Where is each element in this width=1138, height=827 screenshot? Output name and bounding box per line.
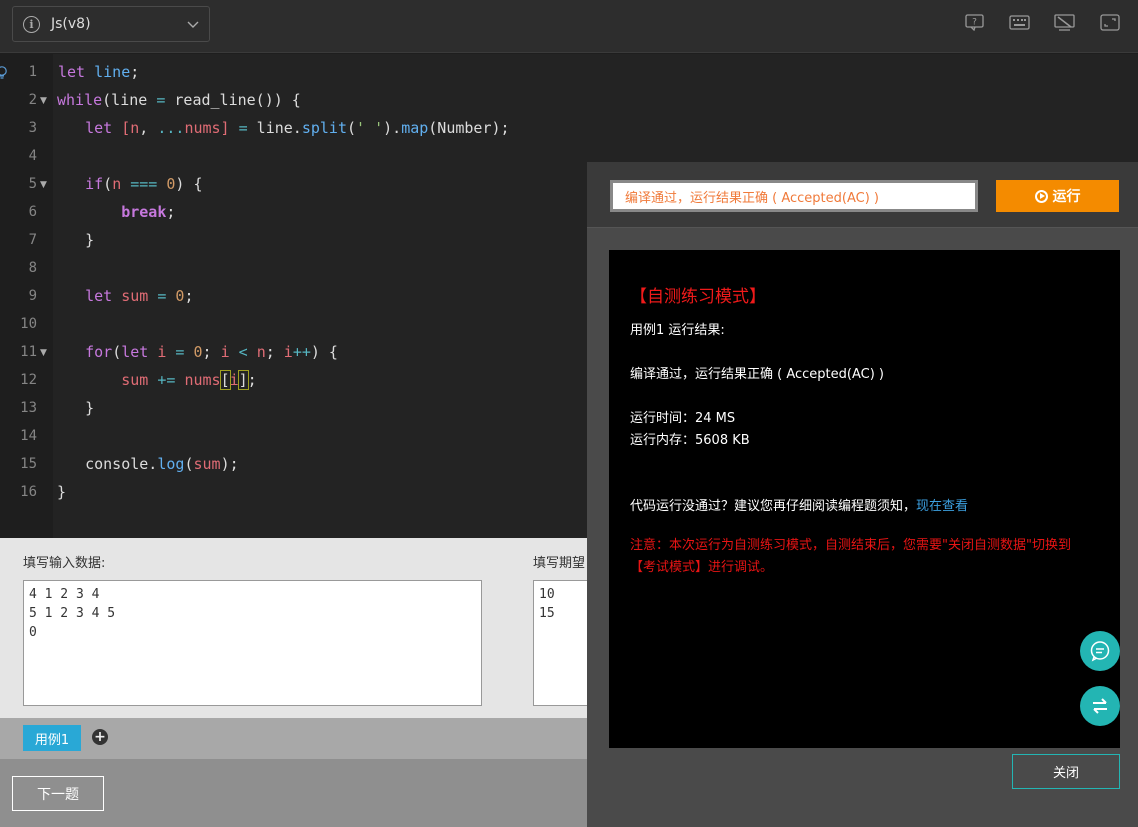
test-data-panel: 填写输入数据: 4 1 2 3 4 5 1 2 3 4 5 0 填写期望 10 … (0, 538, 590, 718)
help-icon[interactable]: ? (964, 12, 985, 33)
code-line: break; (121, 203, 176, 221)
fold-toggle-icon[interactable]: ▼ (40, 180, 47, 190)
line-number: 7 (28, 232, 37, 248)
expected-output-textarea[interactable]: 10 15 (533, 580, 590, 706)
line-number: 12 (20, 372, 37, 388)
notice-line-1: 注意：本次运行为自测练习模式，自测结束后，您需要"关闭自测数据"切换到 (630, 538, 1071, 553)
input-data-label: 填写输入数据: (23, 556, 106, 571)
editor-gutter: 1 2 ▼ 3 4 5 ▼ 6 7 8 9 10 11 ▼ 12 13 14 1… (0, 54, 52, 538)
chat-icon[interactable] (1080, 631, 1120, 671)
compile-status: 编译通过，运行结果正确 ( Accepted(AC) ) (630, 367, 884, 382)
line-number: 9 (28, 288, 37, 304)
top-toolbar: i Js(v8) ? (0, 0, 1138, 53)
line-number: 5 (28, 176, 37, 192)
fold-toggle-icon[interactable]: ▼ (40, 96, 47, 106)
close-button[interactable]: 关闭 (1012, 754, 1120, 789)
line-number: 13 (20, 400, 37, 416)
run-memory: 运行内存：5608 KB (630, 433, 750, 448)
code-line: } (58, 231, 95, 249)
line-number: 8 (28, 260, 37, 276)
input-data-textarea[interactable]: 4 1 2 3 4 5 1 2 3 4 5 0 (23, 580, 482, 706)
switch-icon[interactable] (1080, 686, 1120, 726)
mode-title: 【自测练习模式】 (630, 287, 766, 307)
play-icon (1034, 189, 1048, 203)
code-line: let sum = 0; (85, 287, 194, 305)
language-label: Js(v8) (51, 16, 91, 32)
line-number: 1 (28, 64, 37, 80)
line-number: 10 (20, 316, 37, 332)
result-header: 编译通过，运行结果正确 ( Accepted(AC) ) 运行 (587, 162, 1138, 228)
code-line: let line; (58, 63, 140, 81)
case-tab-1[interactable]: 用例1 (23, 725, 81, 751)
keyboard-icon[interactable] (1009, 12, 1030, 33)
code-line: sum += nums[i]; (121, 370, 257, 390)
next-question-button[interactable]: 下一题 (12, 776, 104, 811)
code-line: while(line = read_line()) { (57, 91, 301, 109)
add-case-icon[interactable]: + (92, 729, 108, 745)
code-line: console.log(sum); (58, 455, 239, 473)
line-number: 14 (20, 428, 37, 444)
line-number: 6 (28, 204, 37, 220)
fold-toggle-icon[interactable]: ▼ (40, 348, 47, 358)
line-number: 3 (28, 120, 37, 136)
case-tab-bar: 用例1 + (0, 718, 590, 759)
bottom-bar: 下一题 (0, 759, 590, 827)
run-button[interactable]: 运行 (996, 180, 1119, 212)
chevron-down-icon (187, 21, 199, 28)
code-line: } (57, 483, 67, 501)
run-time: 运行时间：24 MS (630, 411, 736, 426)
expected-output-label: 填写期望 (533, 556, 586, 571)
code-line: for(let i = 0; i < n; i++) { (85, 343, 338, 361)
line-number: 4 (28, 148, 37, 164)
code-line: if(n === 0) { (85, 175, 203, 193)
code-line: let [n, ...nums] = line.split(' ').map(N… (85, 119, 510, 137)
run-button-label: 运行 (1052, 189, 1081, 205)
line-number: 11 (20, 344, 37, 360)
result-console: 【自测练习模式】 用例1 运行结果: 编译通过，运行结果正确 ( Accepte… (609, 250, 1120, 748)
language-select[interactable]: i Js(v8) (12, 6, 210, 42)
info-icon: i (23, 15, 40, 33)
fullscreen-icon[interactable] (1099, 12, 1120, 33)
run-status-field: 编译通过，运行结果正确 ( Accepted(AC) ) (610, 180, 978, 212)
svg-text:?: ? (972, 18, 977, 28)
view-now-link[interactable]: 现在查看 (916, 499, 968, 514)
run-result-panel: 编译通过，运行结果正确 ( Accepted(AC) ) 运行 【自测练习模式】… (587, 162, 1138, 827)
hint-line: 代码运行没通过？建议您再仔细阅读编程题须知，现在查看 (630, 495, 968, 514)
line-number: 16 (20, 484, 37, 500)
line-number: 15 (20, 456, 37, 472)
notice-line-2: 【考试模式】进行调试。 (630, 560, 774, 575)
hint-text: 代码运行没通过？建议您再仔细阅读编程题须知， (630, 499, 917, 514)
line-number: 2 (28, 92, 37, 108)
settings-icon[interactable] (1054, 12, 1075, 33)
case-result-title: 用例1 运行结果: (630, 323, 725, 338)
code-line: } (58, 399, 95, 417)
